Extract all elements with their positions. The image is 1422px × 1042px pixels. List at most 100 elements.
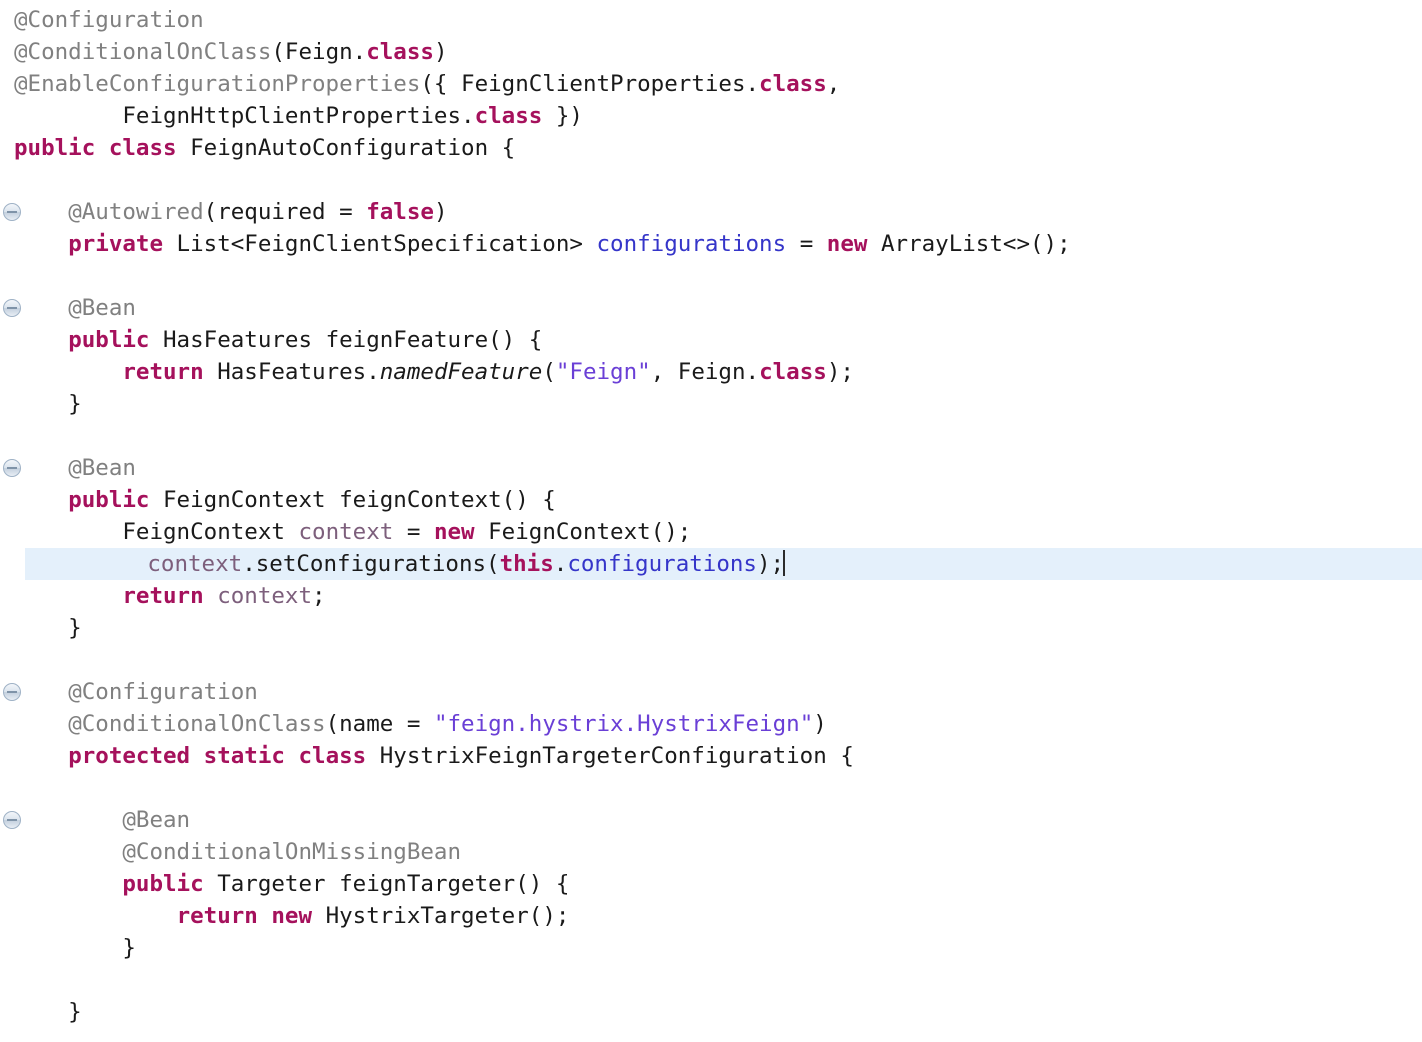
code-line-text: return context; (14, 580, 325, 612)
code-line[interactable]: public Targeter feignTargeter() { (0, 868, 1422, 900)
code-token-plain: FeignContext (14, 519, 299, 545)
code-token-kw: public (122, 871, 204, 897)
code-line[interactable]: @Bean (0, 452, 1422, 484)
code-line-text: } (14, 612, 82, 644)
code-line-text: @Configuration (14, 676, 258, 708)
code-token-ann: @Configuration (68, 679, 258, 705)
code-line[interactable]: @Configuration (0, 676, 1422, 708)
code-token-plain: (required = (203, 199, 367, 225)
code-line-text: @Bean (14, 452, 136, 484)
fold-collapse-icon[interactable] (3, 299, 21, 317)
code-line[interactable]: @ConditionalOnClass(name = "feign.hystri… (0, 708, 1422, 740)
code-token-kw: new (826, 231, 868, 257)
code-token-plain: (name = (325, 711, 434, 737)
code-line[interactable]: @Bean (0, 292, 1422, 324)
code-token-ann: @ConditionalOnClass (14, 39, 272, 65)
code-token-plain: FeignHttpClientProperties. (14, 103, 475, 129)
code-line[interactable]: @ConditionalOnMissingBean (0, 836, 1422, 868)
code-line[interactable]: @Autowired(required = false) (0, 196, 1422, 228)
fold-collapse-icon[interactable] (3, 811, 21, 829)
fold-collapse-icon[interactable] (3, 683, 21, 701)
code-line[interactable]: protected static class HystrixFeignTarge… (0, 740, 1422, 772)
code-token-plain: HasFeatures feignFeature() { (149, 327, 543, 353)
code-line[interactable] (0, 260, 1422, 292)
code-token-ann: @ConditionalOnClass (68, 711, 326, 737)
code-token-plain: ) (813, 711, 827, 737)
code-line[interactable]: } (0, 932, 1422, 964)
code-line[interactable] (0, 164, 1422, 196)
code-line[interactable]: @EnableConfigurationProperties({ FeignCl… (0, 68, 1422, 100)
code-token-plain: . (553, 551, 568, 577)
code-line[interactable]: return new HystrixTargeter(); (0, 900, 1422, 932)
code-token-ann: @Bean (122, 807, 191, 833)
code-token-kw: public (68, 327, 150, 353)
code-line-text: @Bean (14, 292, 136, 324)
code-line[interactable] (0, 964, 1422, 996)
code-token-kw: false (366, 199, 434, 225)
code-line[interactable] (0, 420, 1422, 452)
code-line[interactable]: @Bean (0, 804, 1422, 836)
code-line-text: context.setConfigurations(this.configura… (25, 548, 786, 580)
code-token-plain: } (14, 615, 82, 641)
code-lines-container[interactable]: @Configuration @ConditionalOnClass(Feign.… (0, 0, 1422, 1042)
code-token-plain: , (826, 71, 841, 97)
code-line[interactable]: } (0, 388, 1422, 420)
code-token-kw: return (122, 359, 204, 385)
code-line[interactable]: return context; (0, 580, 1422, 612)
code-token-kw: new (433, 519, 475, 545)
code-line[interactable] (0, 644, 1422, 676)
code-line[interactable]: } (0, 612, 1422, 644)
code-token-plain: } (14, 999, 82, 1025)
code-line[interactable]: public FeignContext feignContext() { (0, 484, 1422, 516)
code-token-plain: .setConfigurations( (242, 551, 500, 577)
code-line-text: @ConditionalOnMissingBean (14, 836, 461, 868)
code-token-plain: FeignContext feignContext() { (149, 487, 556, 513)
code-token-kw: class (366, 39, 434, 65)
code-line[interactable]: return HasFeatures.namedFeature("Feign",… (0, 356, 1422, 388)
code-token-plain: Targeter feignTargeter() { (203, 871, 570, 897)
code-token-ann: @Bean (68, 455, 136, 481)
code-line-text: @Autowired(required = false) (14, 196, 447, 228)
code-token-plain: HystrixTargeter(); (312, 903, 570, 929)
code-line[interactable]: FeignHttpClientProperties.class }) (0, 100, 1422, 132)
code-line[interactable]: @Configuration (0, 4, 1422, 36)
code-line-text: @ConditionalOnClass(Feign.class) (14, 36, 448, 68)
code-token-plain: }) (542, 103, 583, 129)
code-editor[interactable]: @Configuration @ConditionalOnClass(Feign.… (0, 0, 1422, 1042)
code-token-localv: context (298, 519, 394, 545)
code-line-current[interactable]: context.setConfigurations(this.configura… (25, 548, 1422, 580)
code-token-localv: context (147, 551, 243, 577)
code-line-text: public FeignContext feignContext() { (14, 484, 556, 516)
code-token-field: configurations (596, 231, 787, 257)
code-token-plain: FeignContext(); (474, 519, 692, 545)
code-line[interactable]: public HasFeatures feignFeature() { (0, 324, 1422, 356)
fold-collapse-icon[interactable] (3, 203, 21, 221)
code-line-text: protected static class HystrixFeignTarge… (14, 740, 854, 772)
code-line-text: @Configuration (14, 4, 204, 36)
code-line-text: } (14, 388, 82, 420)
code-token-kw: class (759, 71, 827, 97)
fold-collapse-icon[interactable] (3, 459, 21, 477)
code-token-ann: @Bean (68, 295, 136, 321)
code-line[interactable]: FeignContext context = new FeignContext(… (0, 516, 1422, 548)
code-line[interactable]: @ConditionalOnClass(Feign.class) (0, 36, 1422, 68)
code-token-plain: (Feign. (271, 39, 367, 65)
code-line[interactable]: public class FeignAutoConfiguration { (0, 132, 1422, 164)
code-line[interactable]: private List<FeignClientSpecification> c… (0, 228, 1422, 260)
code-line-text: } (14, 996, 82, 1028)
code-token-kw: protected static class (68, 743, 367, 769)
code-token-plain: } (14, 391, 82, 417)
code-line[interactable] (0, 1028, 1422, 1042)
code-line[interactable] (0, 772, 1422, 804)
code-line[interactable]: } (0, 996, 1422, 1028)
code-line-text: return new HystrixTargeter(); (14, 900, 570, 932)
